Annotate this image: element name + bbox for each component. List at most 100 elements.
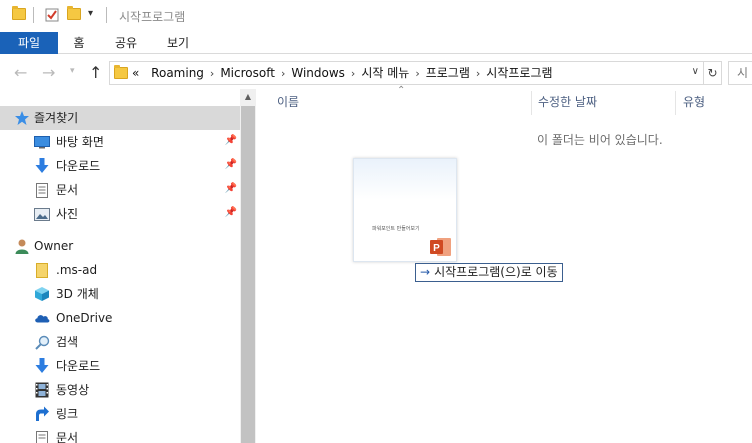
sidebar-item-documents[interactable]: 문서 [0, 426, 240, 443]
document-icon [34, 182, 50, 198]
title-divider-2 [106, 7, 107, 23]
scroll-up-icon[interactable]: ▲ [240, 89, 256, 105]
tab-home[interactable]: 홈 [62, 32, 96, 54]
sidebar-item-links[interactable]: 링크 [0, 402, 240, 426]
folder-icon [114, 65, 128, 79]
cube-3d-icon [34, 286, 50, 302]
forward-arrow-icon[interactable]: → [42, 63, 55, 82]
customize-toolbar-icon[interactable]: ▾ [88, 8, 93, 19]
move-arrow-icon: → [420, 265, 431, 279]
sidebar-item-searches[interactable]: 검색 [0, 330, 240, 354]
sidebar-item-ms-ad[interactable]: .ms-ad [0, 258, 240, 282]
tab-view[interactable]: 보기 [158, 32, 198, 54]
scroll-thumb[interactable] [241, 106, 255, 443]
sidebar-item-downloads-pinned[interactable]: 다운로드 📌 [0, 154, 240, 178]
sidebar-item-label: 검색 [56, 335, 79, 349]
sidebar-item-documents-pinned[interactable]: 문서 📌 [0, 178, 240, 202]
breadcrumb-separator-icon[interactable]: › [415, 67, 419, 80]
tab-file[interactable]: 파일 [0, 32, 58, 54]
empty-folder-message: 이 폴더는 비어 있습니다. [537, 133, 663, 147]
breadcrumb-separator-icon[interactable]: › [281, 67, 285, 80]
sidebar-item-downloads[interactable]: 다운로드 [0, 354, 240, 378]
breadcrumb-programs[interactable]: 프로그램 [426, 66, 470, 80]
cloud-icon [34, 310, 50, 326]
breadcrumb-startup[interactable]: 시작프로그램 [486, 66, 552, 80]
sidebar-item-label: 사진 [56, 207, 79, 221]
sidebar-item-label: 문서 [56, 183, 79, 197]
column-header-modified[interactable]: 수정한 날짜 [538, 89, 597, 115]
navigation-pane: 즐겨찾기 바탕 화면 📌 다운로드 📌 문서 📌 사진 📌 Owner .ms-… [0, 89, 256, 443]
sidebar-item-owner[interactable]: Owner [0, 234, 240, 258]
sort-ascending-icon: ⌃ [397, 85, 406, 96]
address-dropdown-icon[interactable]: ∨ [692, 66, 699, 77]
pin-icon[interactable]: 📌 [224, 135, 238, 149]
address-bar[interactable]: « Roaming › Microsoft › Windows › 시작 메뉴 › 프로그램 › 시… [109, 61, 704, 85]
download-arrow-icon [34, 158, 50, 174]
sidebar-item-label: 즐겨찾기 [34, 111, 79, 125]
breadcrumb-start-menu[interactable]: 시작 메뉴 [361, 66, 409, 80]
title-divider [33, 7, 34, 23]
user-icon [14, 238, 30, 254]
drop-tooltip-text: 시작프로그램(으)로 이동 [434, 265, 558, 279]
back-arrow-icon[interactable]: ← [14, 63, 27, 82]
dragged-file-label: 파워포인트 만들어보기 [372, 226, 420, 232]
magnifier-icon [34, 334, 50, 350]
breadcrumb-overflow[interactable]: « [132, 66, 139, 80]
column-divider[interactable] [531, 91, 532, 115]
search-input[interactable]: 시 [728, 61, 752, 85]
tab-share[interactable]: 공유 [106, 32, 146, 54]
column-header-name[interactable]: 이름 [277, 89, 299, 115]
link-arrow-icon [34, 406, 50, 422]
drag-preview: 파워포인트 만들어보기 P [353, 158, 457, 262]
recent-locations-icon[interactable]: ▾ [70, 66, 75, 76]
breadcrumb-windows[interactable]: Windows [291, 66, 345, 80]
sidebar-item-onedrive[interactable]: OneDrive [0, 306, 240, 330]
breadcrumb-separator-icon[interactable]: › [476, 67, 480, 80]
column-divider[interactable] [675, 91, 676, 115]
sidebar-item-3d-objects[interactable]: 3D 개체 [0, 282, 240, 306]
new-folder-icon[interactable] [67, 6, 81, 20]
drop-tooltip: → 시작프로그램(으)로 이동 [415, 263, 563, 282]
sidebar-item-label: 동영상 [56, 383, 90, 397]
sidebar-item-label: 문서 [56, 431, 79, 443]
pin-icon[interactable]: 📌 [224, 183, 238, 197]
sidebar-item-label: 다운로드 [56, 359, 101, 373]
star-icon [14, 110, 30, 126]
sidebar-item-label: .ms-ad [56, 263, 98, 277]
sidebar-item-label: OneDrive [56, 311, 113, 325]
svg-text:P: P [433, 243, 440, 254]
properties-icon[interactable] [45, 8, 59, 25]
nav-scrollbar[interactable]: ▲ [240, 89, 256, 443]
refresh-icon[interactable]: ↻ [704, 61, 722, 85]
breadcrumb: « Roaming › Microsoft › Windows › 시작 메뉴 › 프로그램 › 시… [132, 62, 553, 84]
pin-icon[interactable]: 📌 [224, 207, 238, 221]
breadcrumb-separator-icon[interactable]: › [210, 67, 214, 80]
sidebar-item-quick-access[interactable]: 즐겨찾기 [0, 106, 240, 130]
ribbon-tabs: 파일 홈 공유 보기 [0, 32, 752, 54]
sidebar-item-videos[interactable]: 동영상 [0, 378, 240, 402]
desktop-icon [34, 134, 50, 150]
sidebar-item-label: 바탕 화면 [56, 135, 104, 149]
title-bar: ▾ 시작프로그램 [0, 0, 752, 32]
pin-icon[interactable]: 📌 [224, 159, 238, 173]
breadcrumb-separator-icon[interactable]: › [351, 67, 355, 80]
folder-icon [12, 6, 26, 20]
sidebar-item-label: 링크 [56, 407, 79, 421]
sidebar-item-label: 다운로드 [56, 159, 101, 173]
film-strip-icon [34, 382, 50, 398]
sidebar-item-label: 3D 개체 [56, 287, 99, 301]
breadcrumb-microsoft[interactable]: Microsoft [220, 66, 275, 80]
document-icon [34, 430, 50, 443]
sidebar-item-pictures-pinned[interactable]: 사진 📌 [0, 202, 240, 226]
sidebar-item-label: Owner [34, 239, 74, 253]
column-header-type[interactable]: 유형 [683, 89, 705, 115]
sidebar-item-desktop[interactable]: 바탕 화면 📌 [0, 130, 240, 154]
pictures-icon [34, 206, 50, 222]
window-title: 시작프로그램 [119, 10, 186, 24]
up-arrow-icon[interactable]: ↑ [89, 63, 102, 82]
folder-icon [34, 262, 50, 278]
powerpoint-icon: P [430, 237, 452, 257]
address-row: ← → ▾ ↑ « Roaming › Microsoft › Windows › 시작 메… [0, 57, 752, 89]
download-arrow-icon [34, 358, 50, 374]
breadcrumb-roaming[interactable]: Roaming [151, 66, 204, 80]
